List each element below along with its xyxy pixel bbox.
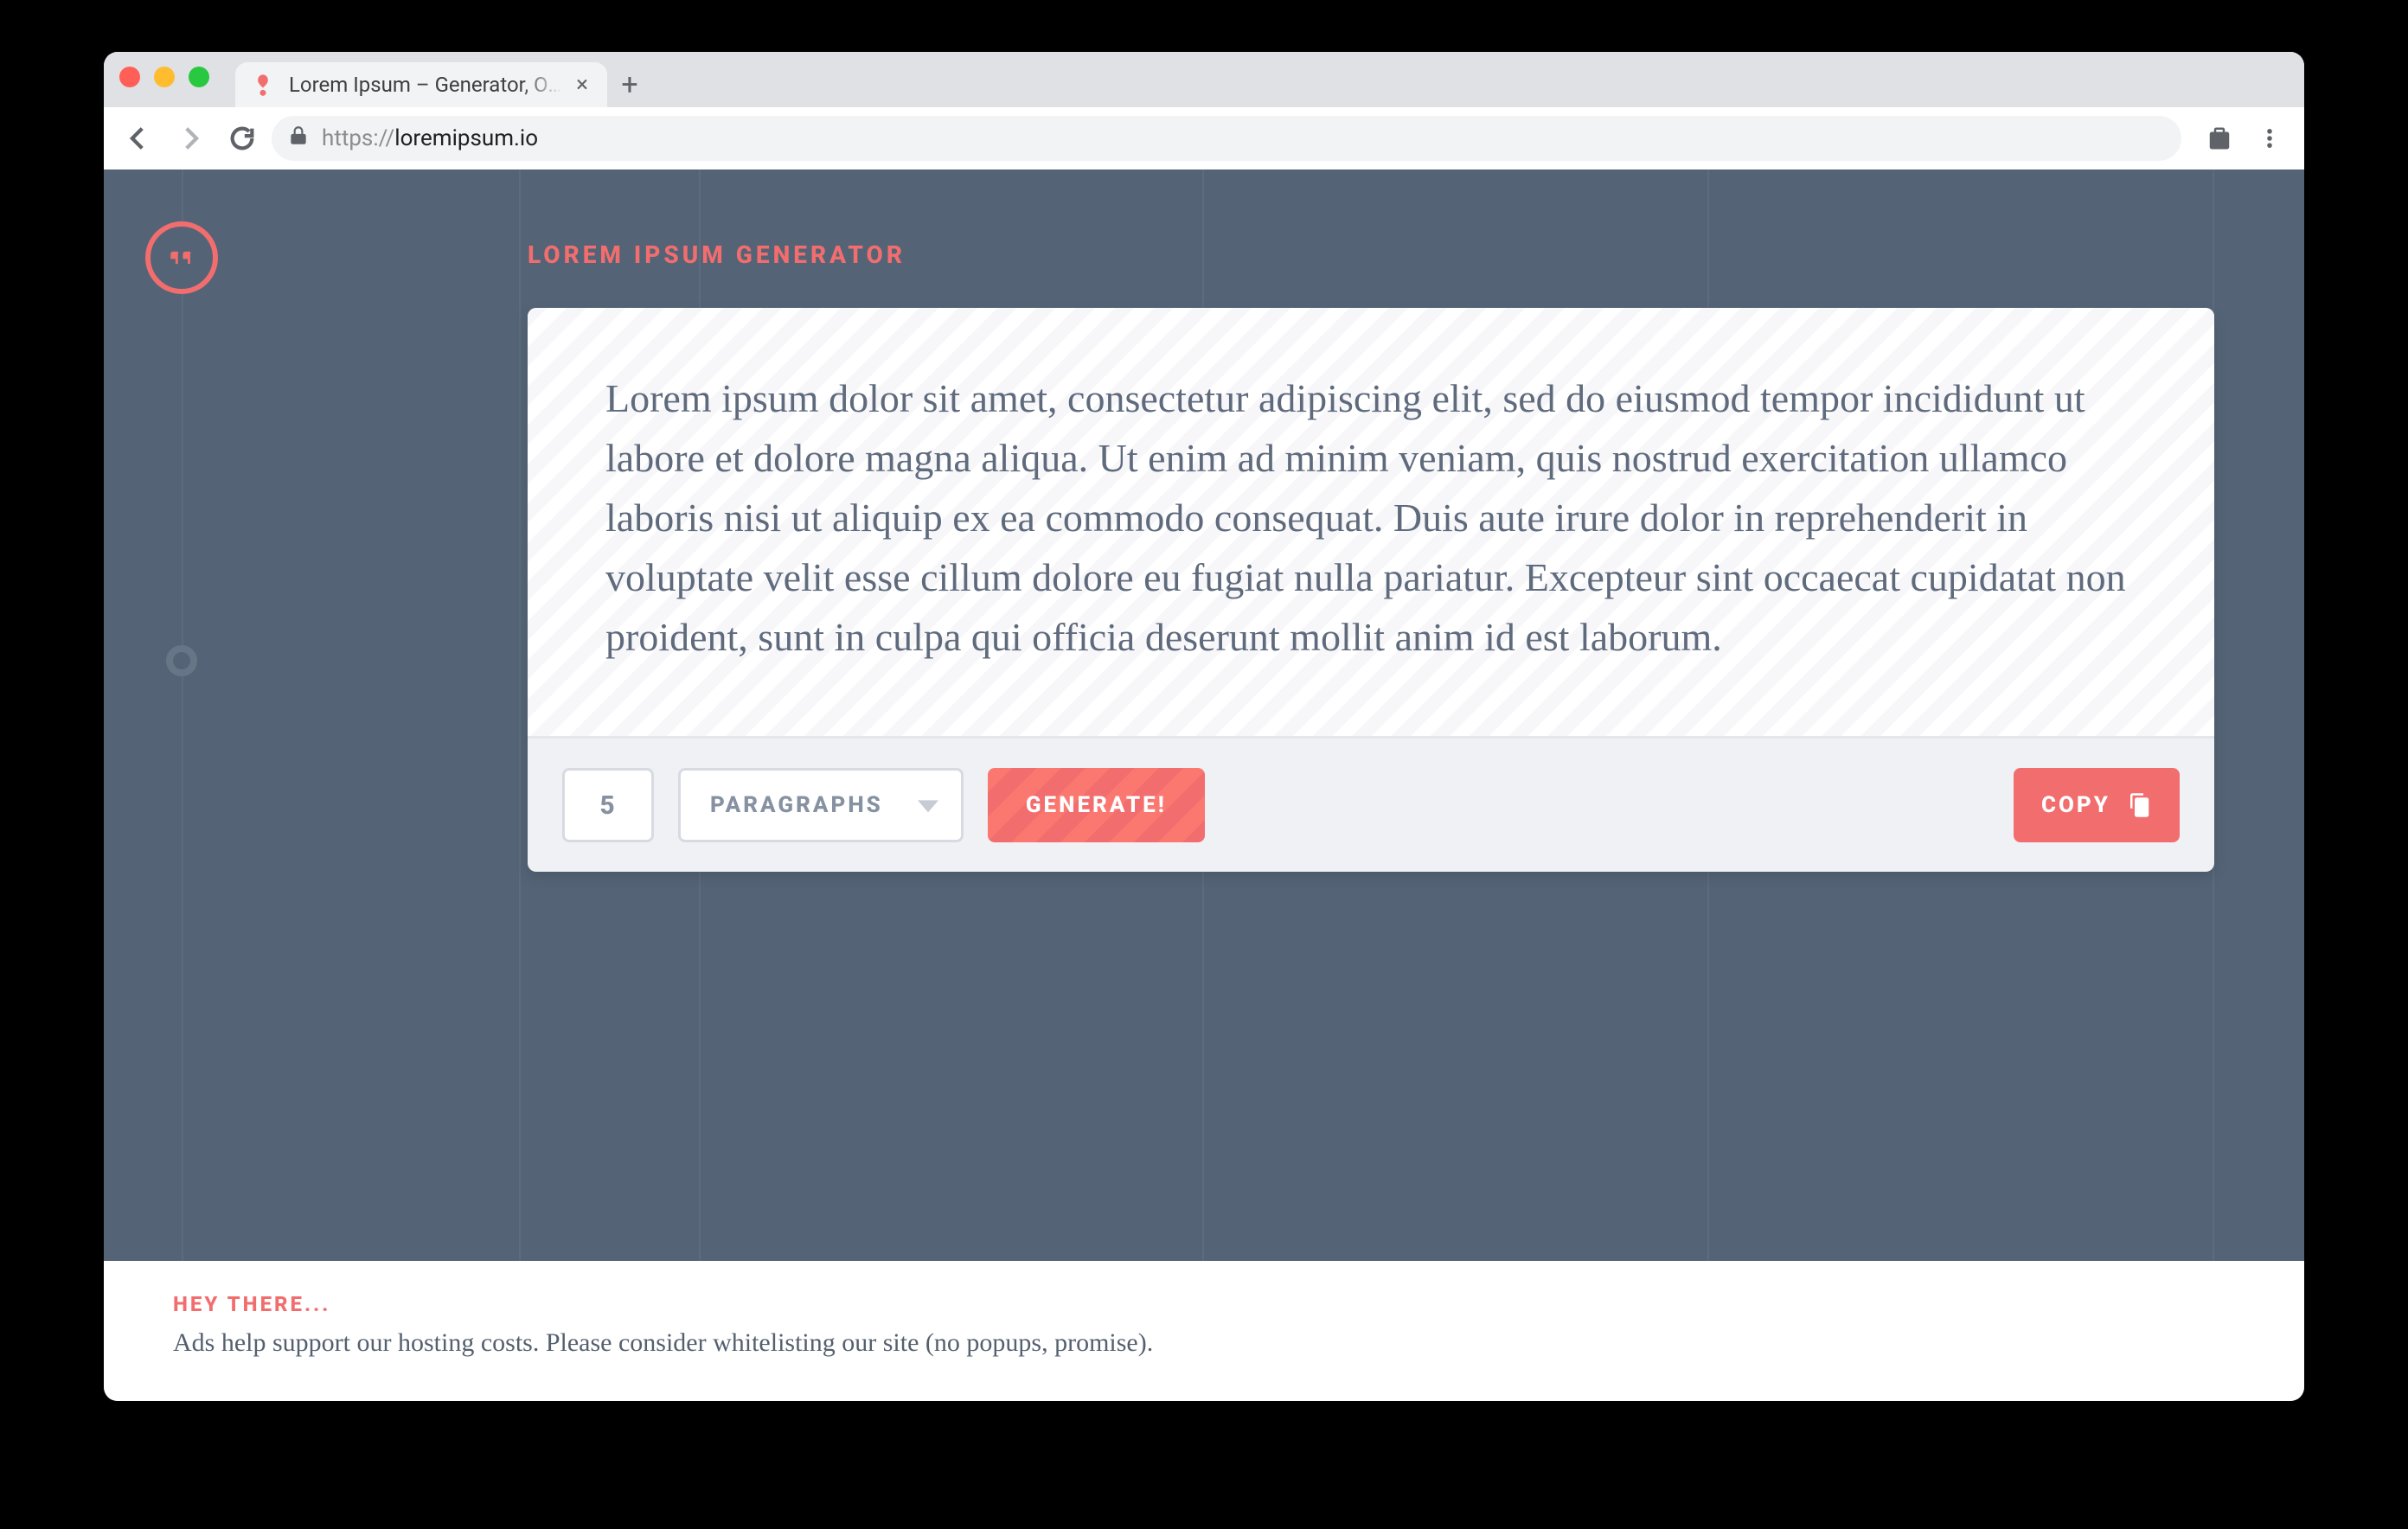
tab-close-button[interactable]: × bbox=[576, 74, 588, 96]
url-protocol: https:// bbox=[322, 125, 394, 151]
copy-button[interactable]: COPY bbox=[2014, 768, 2180, 842]
new-tab-button[interactable]: + bbox=[607, 62, 652, 107]
browser-menu-button[interactable] bbox=[2247, 116, 2292, 161]
page-title: LOREM IPSUM GENERATOR bbox=[528, 240, 906, 269]
browser-toolbar: https://loremipsum.io bbox=[104, 107, 2304, 170]
copy-button-label: COPY bbox=[2041, 792, 2110, 818]
browser-tab[interactable]: Lorem Ipsum – Generator, Orig × bbox=[235, 62, 607, 107]
tab-title: Lorem Ipsum – Generator, Orig bbox=[289, 73, 562, 97]
url-text: https://loremipsum.io bbox=[322, 125, 538, 151]
window-close-button[interactable] bbox=[119, 67, 140, 87]
address-bar[interactable]: https://loremipsum.io bbox=[272, 116, 2181, 161]
generator-card: Lorem ipsum dolor sit amet, consectetur … bbox=[528, 308, 2214, 872]
favicon-icon bbox=[251, 73, 275, 97]
window-minimize-button[interactable] bbox=[154, 67, 175, 87]
type-select-value: PARAGRAPHS bbox=[710, 792, 883, 818]
page-viewport: LOREM IPSUM GENERATOR Lorem ipsum dolor … bbox=[104, 170, 2304, 1401]
lorem-output[interactable]: Lorem ipsum dolor sit amet, consectetur … bbox=[528, 308, 2214, 736]
generator-controls: 5 PARAGRAPHS GENERATE! COPY bbox=[528, 736, 2214, 872]
ad-message: Ads help support our hosting costs. Plea… bbox=[173, 1328, 2235, 1358]
url-host: loremipsum.io bbox=[394, 125, 538, 151]
ad-banner: HEY THERE... Ads help support our hostin… bbox=[104, 1261, 2304, 1401]
extension-icon[interactable] bbox=[2197, 116, 2242, 161]
generate-button[interactable]: GENERATE! bbox=[988, 768, 1205, 842]
browser-window: Lorem Ipsum – Generator, Orig × + https:… bbox=[104, 52, 2304, 1401]
copy-icon bbox=[2126, 792, 2152, 818]
reload-button[interactable] bbox=[220, 116, 265, 161]
quote-icon bbox=[145, 221, 218, 294]
back-button[interactable] bbox=[116, 116, 161, 161]
quantity-input[interactable]: 5 bbox=[562, 768, 654, 842]
forward-button[interactable] bbox=[168, 116, 213, 161]
window-zoom-button[interactable] bbox=[189, 67, 209, 87]
window-controls bbox=[119, 52, 209, 107]
lock-icon bbox=[287, 125, 310, 153]
type-select[interactable]: PARAGRAPHS bbox=[678, 768, 964, 842]
ad-heading: HEY THERE... bbox=[173, 1292, 2235, 1316]
section-marker-icon bbox=[166, 645, 197, 676]
tab-strip: Lorem Ipsum – Generator, Orig × + bbox=[104, 52, 2304, 107]
